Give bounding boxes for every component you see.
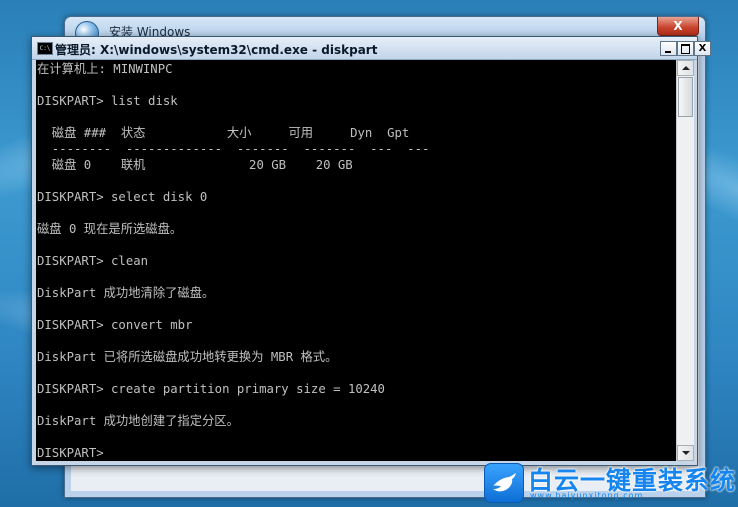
scroll-down-button[interactable] [677, 445, 694, 461]
console-output[interactable]: 在计算机上: MINWINPC DISKPART> list disk 磁盘 #… [36, 60, 676, 461]
console-line: DISKPART> list disk [37, 94, 178, 108]
console-line: DISKPART> clean [37, 254, 149, 268]
console-line: 在计算机上: MINWINPC [37, 62, 173, 76]
close-button[interactable]: X [694, 41, 711, 56]
console-line: DISKPART> select disk 0 [37, 190, 208, 204]
console-prompt: DISKPART> [37, 446, 104, 460]
console-line: 磁盘 0 联机 20 GB 20 GB [37, 158, 353, 172]
cmd-prompt-icon: C:\ [37, 42, 53, 55]
maximize-button[interactable] [677, 41, 694, 56]
vertical-scrollbar[interactable] [676, 60, 694, 461]
console-line: DiskPart 已将所选磁盘成功地转更换为 MBR 格式。 [37, 350, 338, 364]
scrollbar-thumb[interactable] [678, 77, 693, 117]
watermark-logo: 白云一键重装系统 www.baiyunxitong.com [484, 463, 735, 505]
console-line: 磁盘 ### 状态 大小 可用 Dyn Gpt [37, 126, 410, 140]
brand-url: www.baiyunxitong.com [530, 491, 644, 500]
console-line: DISKPART> convert mbr [37, 318, 193, 332]
arrow-down-icon [682, 451, 690, 455]
console-line: DiskPart 成功地清除了磁盘。 [37, 286, 215, 300]
console-line: -------- ------------- ------- ------- -… [37, 142, 430, 156]
cmd-window: C:\ 管理员: X:\windows\system32\cmd.exe - d… [31, 36, 711, 466]
setup-close-button[interactable]: X [657, 17, 699, 36]
cmd-window-title: 管理员: X:\windows\system32\cmd.exe - diskp… [55, 43, 378, 57]
console-line: 磁盘 0 现在是所选磁盘。 [37, 222, 183, 236]
scroll-up-button[interactable] [677, 60, 694, 76]
minimize-button[interactable] [660, 41, 677, 56]
cmd-title-bar[interactable]: C:\ 管理员: X:\windows\system32\cmd.exe - d… [32, 37, 711, 60]
console-line: DISKPART> create partition primary size … [37, 382, 385, 396]
console-line: DiskPart 成功地创建了指定分区。 [37, 414, 239, 428]
arrow-up-icon [682, 66, 690, 70]
bird-icon [484, 463, 524, 503]
